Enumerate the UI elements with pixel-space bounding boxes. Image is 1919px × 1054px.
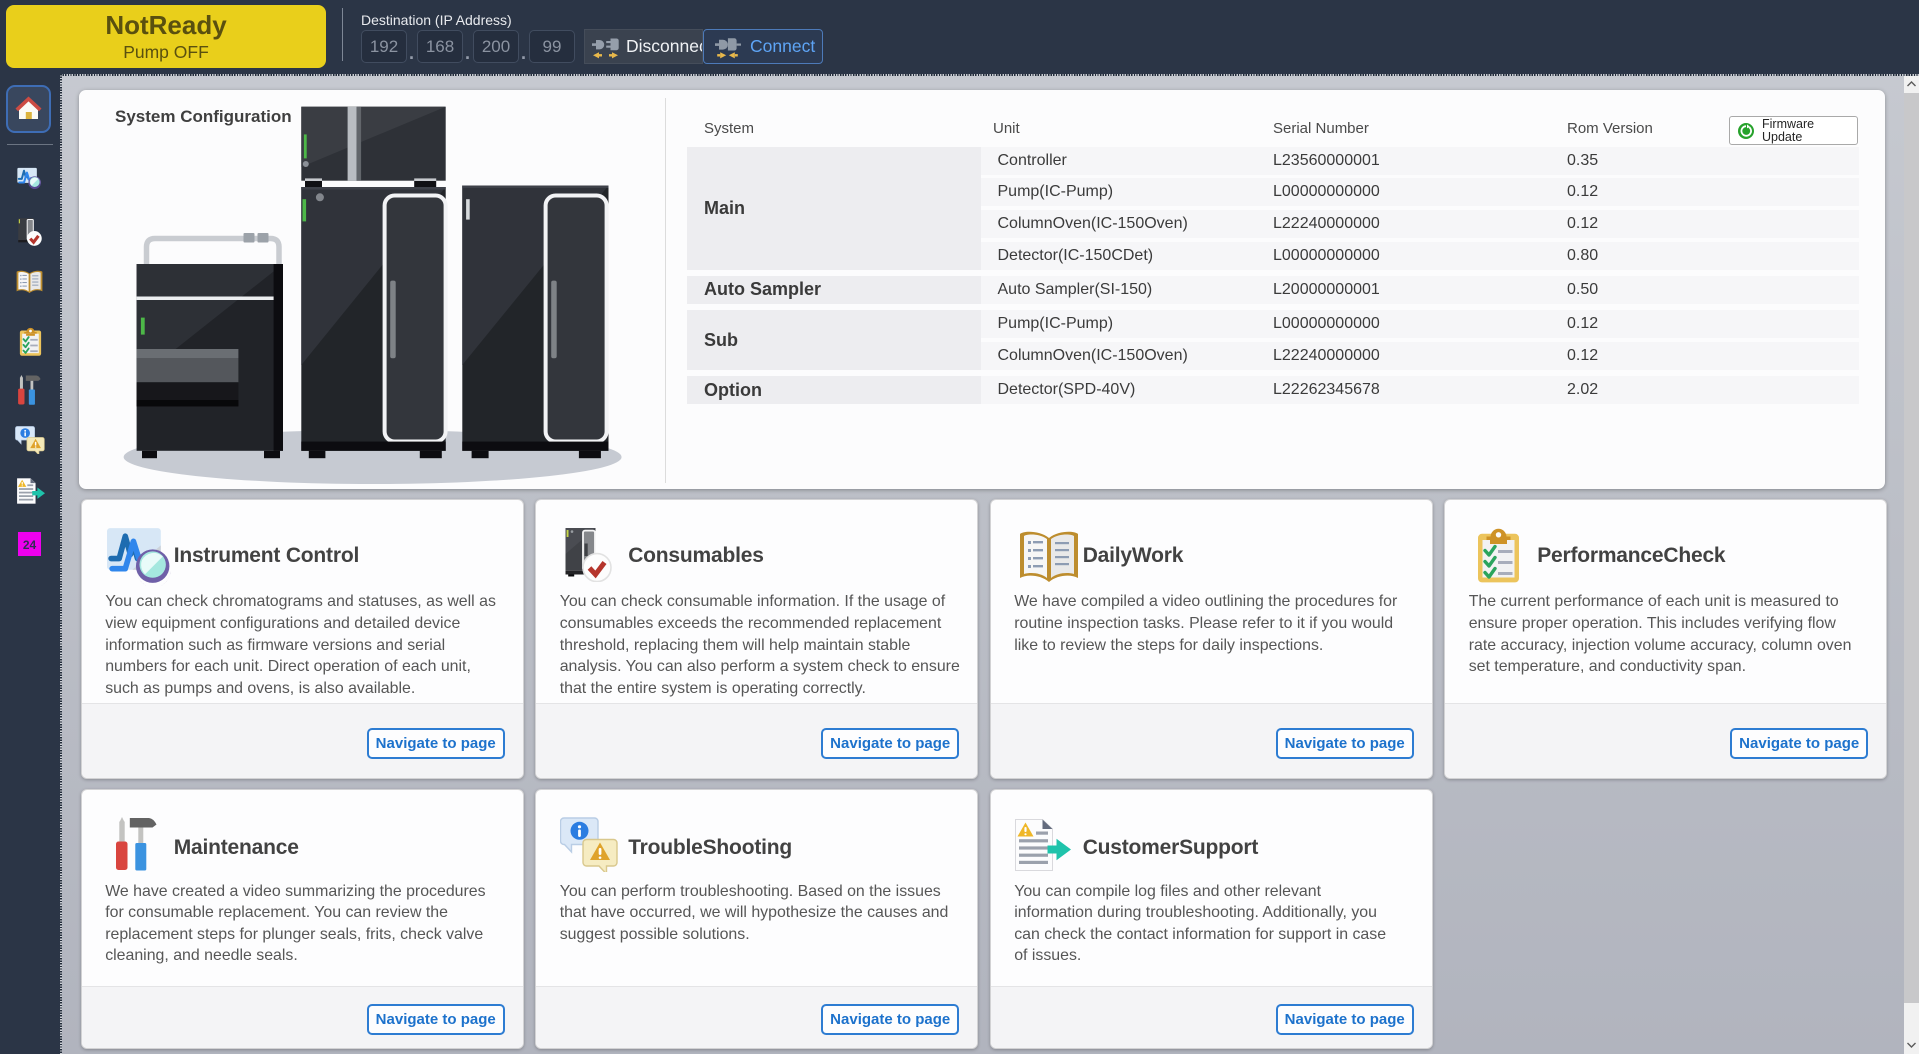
svg-text:24: 24 xyxy=(23,538,37,552)
